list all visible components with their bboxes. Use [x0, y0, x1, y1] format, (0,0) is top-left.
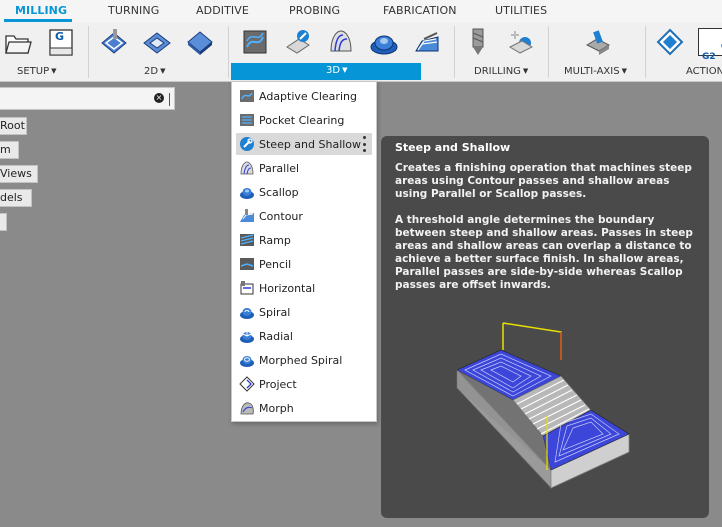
- contour-icon: [238, 207, 256, 225]
- browser-node-item[interactable]: m: [0, 141, 19, 159]
- menu-item-pocket-clearing[interactable]: Pocket Clearing: [236, 109, 372, 131]
- browser-node-models[interactable]: dels: [0, 189, 32, 207]
- simulate-button[interactable]: [654, 26, 686, 58]
- 3d-parallel-button[interactable]: [325, 26, 357, 58]
- pocket-clearing-icon: [238, 111, 256, 129]
- clear-icon[interactable]: ×: [154, 93, 164, 103]
- contour-tool-icon: [415, 32, 439, 52]
- project-icon: [238, 375, 256, 393]
- menu-item-horizontal[interactable]: Horizontal: [236, 277, 372, 299]
- 3d-scallop-button[interactable]: [368, 26, 400, 58]
- tooltip-title: Steep and Shallow: [395, 141, 511, 154]
- ribbon-separator: [88, 26, 89, 78]
- toolbar-ribbon: G SETUP ▼ 2D ▼ 3D ▼ DRILLING ▼ MULTI-AXI…: [0, 22, 722, 82]
- text-cursor: [169, 93, 170, 106]
- menu-item-steep-and-shallow[interactable]: Steep and Shallow: [236, 133, 372, 155]
- radial-icon: [238, 327, 256, 345]
- group-label-setup[interactable]: SETUP ▼: [17, 66, 57, 77]
- setup-sheet-letter: G: [55, 30, 65, 43]
- group-label-multi-axis[interactable]: MULTI-AXIS ▼: [564, 66, 627, 77]
- group-label-drilling[interactable]: DRILLING ▼: [474, 66, 528, 77]
- group-3d-active[interactable]: 3D ▼: [231, 63, 421, 80]
- more-options-icon[interactable]: [362, 136, 366, 152]
- menu-item-project[interactable]: Project: [236, 373, 372, 395]
- menu-item-scallop[interactable]: Scallop: [236, 181, 372, 203]
- nc-code-text: G1 G2: [702, 42, 722, 62]
- tab-turning[interactable]: TURNING: [108, 4, 159, 17]
- spiral-icon: [238, 303, 256, 321]
- menu-item-morph[interactable]: Morph: [236, 397, 372, 419]
- scallop-icon: [238, 183, 256, 201]
- workspace-tabs: MILLING TURNING ADDITIVE PROBING FABRICA…: [0, 0, 722, 22]
- parallel-icon: [238, 159, 256, 177]
- 3d-pocket-button[interactable]: [282, 26, 314, 58]
- 3d-adaptive-button[interactable]: [239, 26, 271, 58]
- group-label-actions[interactable]: ACTION: [686, 66, 722, 77]
- group-label-3d[interactable]: 3D ▼: [326, 65, 347, 76]
- hole-recognition-icon: [508, 31, 534, 54]
- multi-axis-button[interactable]: [582, 26, 614, 58]
- steep-and-shallow-illustration: [456, 322, 630, 490]
- menu-item-contour[interactable]: Contour: [236, 205, 372, 227]
- face-icon: [187, 31, 213, 55]
- parallel-tool-icon: [330, 30, 352, 52]
- tooltip-steep-and-shallow: Steep and Shallow Creates a finishing op…: [381, 136, 709, 518]
- simulate-icon: [656, 28, 684, 56]
- tooltip-paragraph: A threshold angle determines the boundar…: [395, 214, 693, 291]
- new-setup-button[interactable]: [2, 26, 34, 58]
- browser-node-extra[interactable]: [0, 213, 7, 231]
- steep-and-shallow-icon: [238, 135, 256, 153]
- ribbon-separator: [548, 26, 549, 78]
- menu-item-spiral[interactable]: Spiral: [236, 301, 372, 323]
- face-button[interactable]: [184, 26, 216, 58]
- morph-icon: [238, 399, 256, 417]
- ribbon-separator: [645, 26, 646, 78]
- adaptive-clearing-icon: [238, 87, 256, 105]
- folder-open-icon: [5, 35, 32, 54]
- 2d-pocket-button[interactable]: [141, 26, 173, 58]
- menu-item-radial[interactable]: Radial: [236, 325, 372, 347]
- horizontal-icon: [238, 279, 256, 297]
- menu-item-parallel[interactable]: Parallel: [236, 157, 372, 179]
- setup-sheet-button[interactable]: G: [45, 26, 77, 58]
- tab-probing[interactable]: PROBING: [289, 4, 340, 17]
- drill-icon: [472, 28, 484, 55]
- nc-code-icon: G1 G2: [698, 28, 722, 62]
- 2d-pocket-icon: [143, 32, 171, 54]
- hole-recognition-button[interactable]: [505, 26, 537, 58]
- multi-axis-icon: [585, 30, 611, 55]
- pencil-icon: [238, 255, 256, 273]
- scallop-tool-icon: [370, 35, 398, 55]
- morphed-spiral-icon: [238, 351, 256, 369]
- ribbon-separator: [454, 26, 455, 78]
- tab-additive[interactable]: ADDITIVE: [196, 4, 249, 17]
- 2d-adaptive-button[interactable]: [98, 26, 130, 58]
- tab-utilities[interactable]: UTILITIES: [495, 4, 547, 17]
- drill-button[interactable]: [462, 26, 494, 58]
- browser-search-field[interactable]: ×: [0, 87, 175, 110]
- browser-node-root[interactable]: Root: [0, 117, 27, 135]
- tooltip-description: Creates a finishing operation that machi…: [395, 162, 701, 305]
- 2d-adaptive-icon: [101, 29, 127, 54]
- menu-item-ramp[interactable]: Ramp: [236, 229, 372, 251]
- post-process-button[interactable]: G1 G2: [698, 26, 722, 62]
- tab-fabrication[interactable]: FABRICATION: [383, 4, 457, 17]
- tab-milling[interactable]: MILLING: [15, 4, 67, 17]
- group-label-2d[interactable]: 2D ▼: [144, 66, 165, 77]
- tooltip-paragraph: Creates a finishing operation that machi…: [395, 162, 692, 200]
- menu-item-adaptive-clearing[interactable]: Adaptive Clearing: [236, 85, 372, 107]
- ramp-icon: [238, 231, 256, 249]
- menu-item-pencil[interactable]: Pencil: [236, 253, 372, 275]
- 3d-dropdown-menu: Adaptive Clearing Pocket Clearing Steep …: [231, 81, 377, 422]
- ribbon-separator: [228, 26, 229, 78]
- browser-node-views[interactable]: Views: [0, 165, 38, 183]
- menu-item-morphed-spiral[interactable]: Morphed Spiral: [236, 349, 372, 371]
- wrench-tool-icon: [286, 30, 310, 54]
- 3d-adaptive-icon: [243, 30, 267, 54]
- 3d-contour-button[interactable]: [411, 26, 443, 58]
